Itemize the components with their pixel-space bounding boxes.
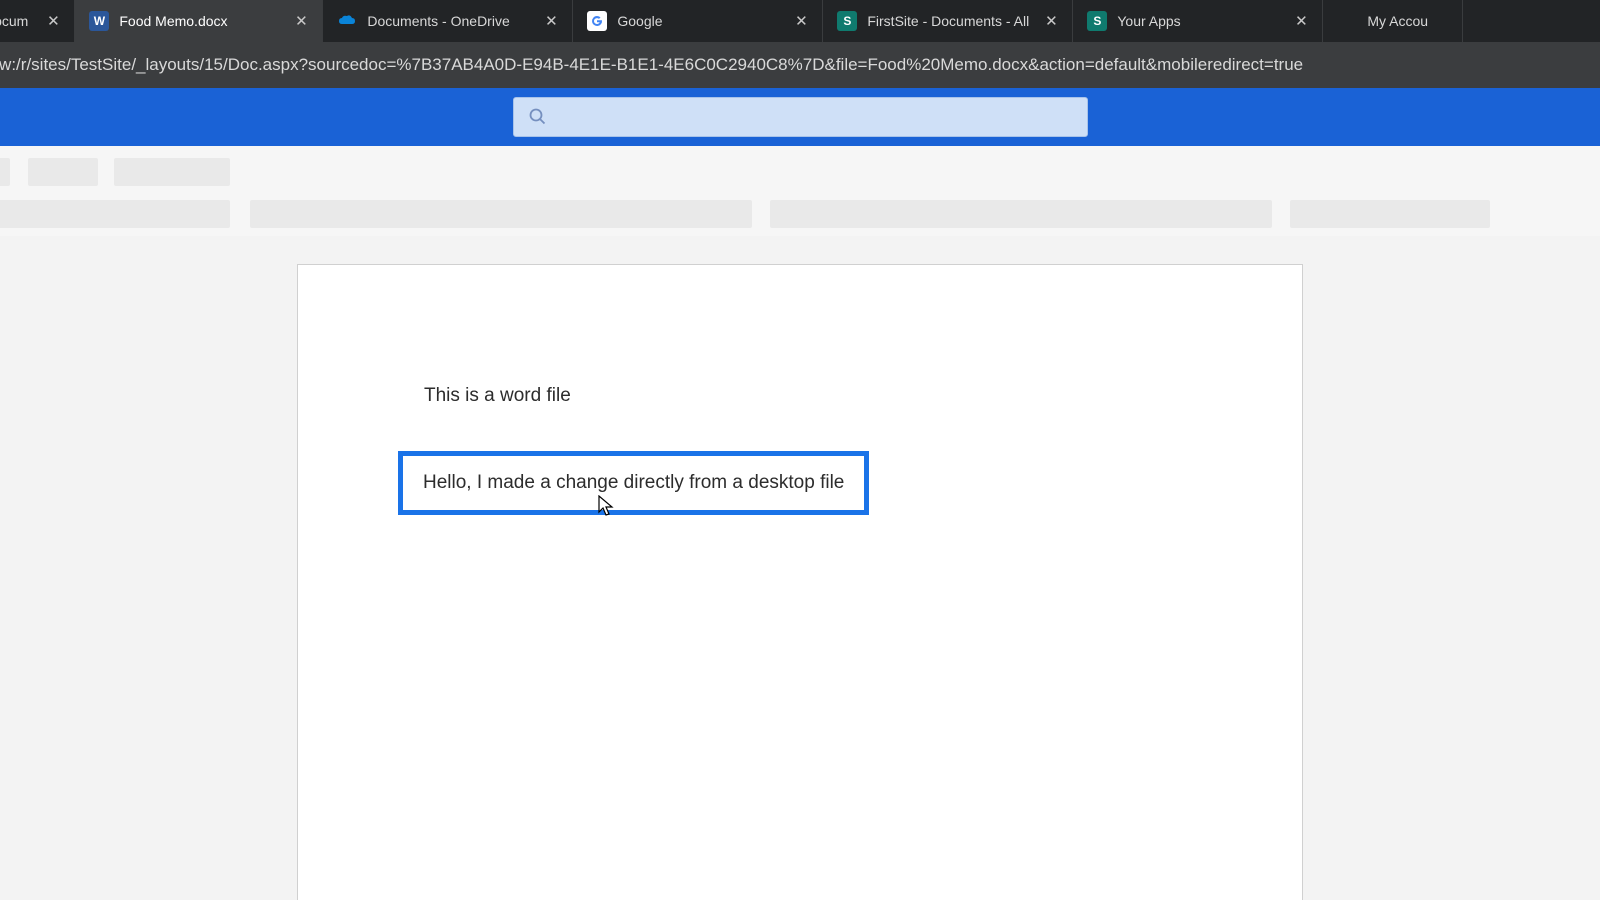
search-icon [528, 107, 548, 127]
highlighted-text-box: Hello, I made a change directly from a d… [398, 451, 869, 515]
word-icon: W [89, 11, 109, 31]
browser-tab[interactable]: Docum ✕ [0, 0, 75, 42]
close-icon[interactable]: ✕ [792, 12, 810, 30]
document-canvas[interactable]: This is a word file Hello, I made a chan… [0, 236, 1600, 900]
browser-tab[interactable]: S FirstSite - Documents - All ✕ [823, 0, 1073, 42]
tab-title: Your Apps [1117, 13, 1180, 29]
tab-title: FirstSite - Documents - All [867, 13, 1029, 29]
sharepoint-icon: S [1087, 11, 1107, 31]
tab-title: My Accou [1367, 13, 1428, 29]
browser-tab[interactable]: S Your Apps ✕ [1073, 0, 1323, 42]
close-icon[interactable]: ✕ [44, 12, 62, 30]
sharepoint-icon: S [837, 11, 857, 31]
document-text-line[interactable]: This is a word file [424, 385, 1182, 407]
close-icon[interactable]: ✕ [1292, 12, 1310, 30]
onedrive-icon [337, 11, 357, 31]
ribbon-loading-placeholder [0, 146, 1600, 236]
document-text-highlighted[interactable]: Hello, I made a change directly from a d… [423, 472, 844, 493]
address-bar[interactable]: om/:w:/r/sites/TestSite/_layouts/15/Doc.… [0, 42, 1600, 88]
close-icon[interactable]: ✕ [292, 12, 310, 30]
close-icon[interactable]: ✕ [1042, 12, 1060, 30]
browser-tab[interactable]: Google ✕ [573, 0, 823, 42]
url-text: om/:w:/r/sites/TestSite/_layouts/15/Doc.… [0, 55, 1303, 75]
microsoft-icon [1337, 11, 1357, 31]
tab-title: Google [617, 13, 662, 29]
tab-title: Documents - OneDrive [367, 13, 509, 29]
tab-title: Food Memo.docx [119, 13, 227, 29]
google-icon [587, 11, 607, 31]
browser-tab[interactable]: My Accou [1323, 0, 1463, 42]
search-input[interactable] [513, 97, 1088, 137]
close-icon[interactable]: ✕ [542, 12, 560, 30]
browser-tab-active[interactable]: W Food Memo.docx ✕ [75, 0, 323, 42]
browser-tab-strip: Docum ✕ W Food Memo.docx ✕ Documents - O… [0, 0, 1600, 42]
tab-title: Docum [0, 13, 28, 29]
document-page[interactable]: This is a word file Hello, I made a chan… [297, 264, 1303, 900]
word-online-header [0, 88, 1600, 146]
browser-tab[interactable]: Documents - OneDrive ✕ [323, 0, 573, 42]
